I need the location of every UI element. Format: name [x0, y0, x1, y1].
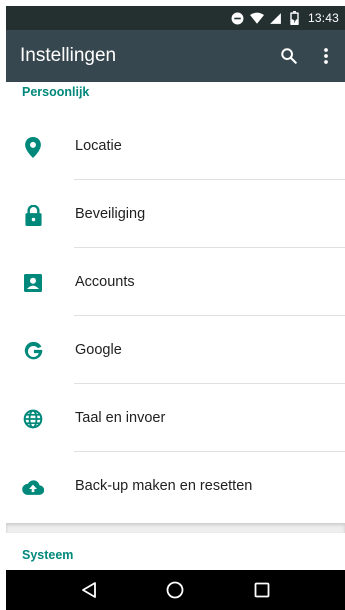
more-vert-icon — [324, 48, 328, 64]
section-header-personal: Persoonlijk — [22, 85, 90, 99]
section-separator — [6, 523, 345, 533]
settings-item-label: Google — [75, 342, 122, 358]
back-icon — [82, 582, 97, 598]
settings-item-security[interactable]: Beveiliging — [6, 180, 345, 248]
search-button[interactable] — [269, 36, 309, 76]
battery-icon — [288, 11, 302, 25]
settings-list[interactable]: Persoonlijk Locatie Beveiliging Accounts — [6, 82, 345, 570]
account-box-icon — [22, 272, 44, 294]
page-title: Instellingen — [20, 45, 117, 66]
settings-item-label: Back-up maken en resetten — [75, 478, 253, 494]
location-pin-icon — [22, 136, 44, 158]
navigation-bar — [6, 570, 345, 610]
search-icon — [281, 48, 297, 64]
recents-button[interactable] — [242, 570, 282, 610]
recents-icon — [254, 582, 270, 598]
status-time: 13:43 — [307, 11, 339, 25]
home-button[interactable] — [155, 570, 195, 610]
back-button[interactable] — [69, 570, 109, 610]
globe-icon — [22, 408, 44, 430]
home-icon — [167, 581, 184, 599]
settings-item-accounts[interactable]: Accounts — [6, 248, 345, 316]
settings-item-label: Beveiliging — [75, 206, 146, 222]
more-options-button[interactable] — [309, 36, 343, 76]
status-bar: 13:43 — [6, 6, 345, 30]
settings-item-label: Taal en invoer — [75, 410, 166, 426]
do-not-disturb-icon — [231, 11, 245, 25]
settings-item-google[interactable]: Google — [6, 316, 345, 384]
settings-item-label: Locatie — [75, 138, 122, 154]
lock-icon — [22, 204, 44, 226]
signal-icon — [269, 11, 283, 25]
settings-item-location[interactable]: Locatie — [6, 112, 345, 180]
google-icon — [22, 340, 44, 362]
settings-item-backup-reset[interactable]: Back-up maken en resetten — [6, 452, 345, 520]
settings-item-label: Accounts — [75, 274, 135, 290]
section-header-system: Systeem — [22, 548, 74, 562]
settings-item-language[interactable]: Taal en invoer — [6, 384, 345, 452]
app-bar: Instellingen — [6, 30, 345, 82]
cloud-upload-icon — [22, 476, 44, 498]
personal-settings-list: Locatie Beveiliging Accounts Google Taal… — [6, 112, 345, 520]
wifi-icon — [249, 11, 264, 25]
